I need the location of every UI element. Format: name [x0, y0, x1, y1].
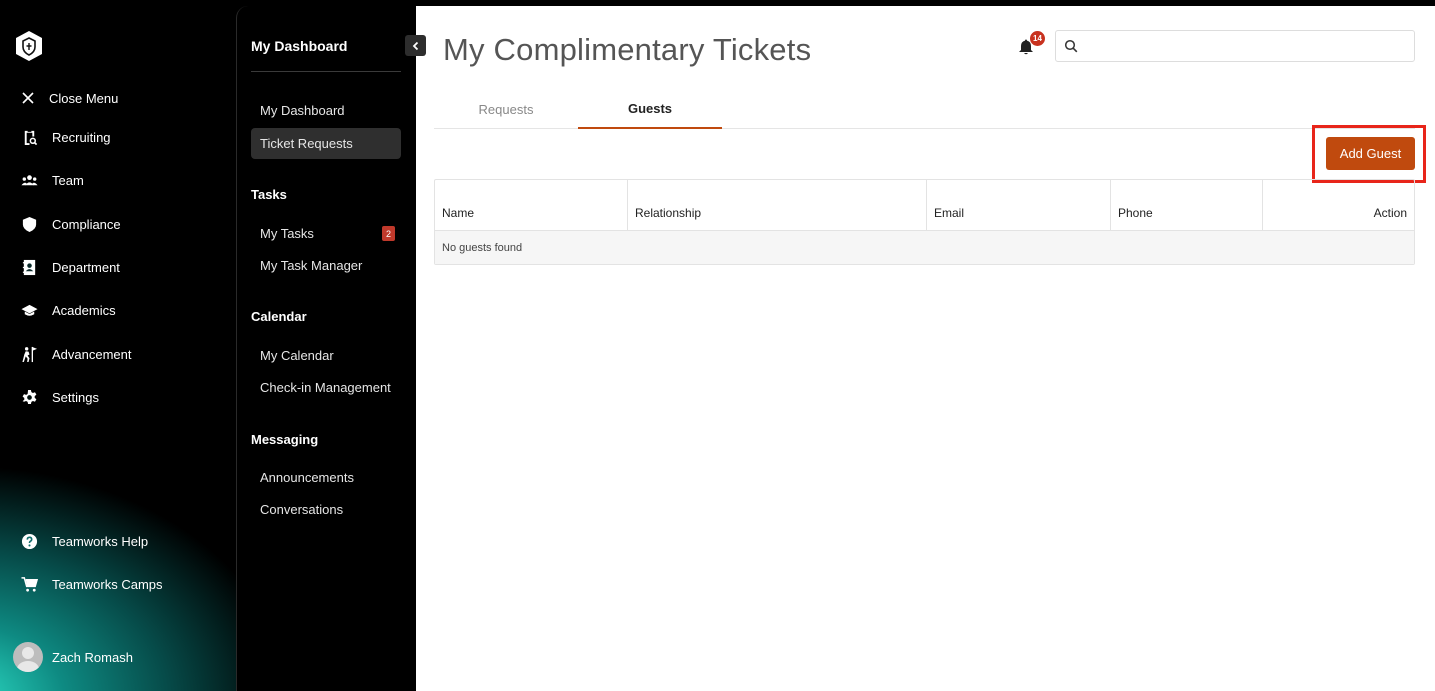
nav-item-label: Teamworks Camps	[52, 577, 163, 593]
sidebar-item-my-calendar[interactable]: My Calendar	[251, 340, 401, 371]
add-guest-button[interactable]: Add Guest	[1326, 137, 1415, 170]
clipboard-search-icon	[20, 129, 38, 147]
sidebar-item-conversations[interactable]: Conversations	[251, 494, 401, 525]
shield-icon	[20, 215, 38, 233]
nav-item-label: Recruiting	[52, 130, 111, 146]
search-icon	[1064, 39, 1078, 53]
nav-item-team[interactable]: Team	[20, 159, 220, 202]
nav-item-label: Academics	[52, 303, 116, 319]
main-content: My Complimentary Tickets 14 Requests Gue…	[416, 6, 1435, 691]
search-box[interactable]	[1055, 30, 1415, 62]
nav-item-advancement[interactable]: Advancement	[20, 332, 220, 375]
sidebar-item-label: Conversations	[260, 502, 344, 517]
close-menu-button[interactable]: Close Menu	[20, 90, 118, 106]
nav-item-label: Advancement	[52, 346, 132, 362]
calendar-group-label: Calendar	[251, 309, 307, 324]
empty-state-text: No guests found	[442, 241, 523, 254]
cart-icon	[20, 576, 38, 594]
sidebar-item-label: My Tasks	[260, 226, 314, 241]
table-header: Name Relationship Email Phone Action	[435, 180, 1414, 231]
messaging-group-label: Messaging	[251, 432, 319, 447]
sidebar-item-label: Check-in Management	[260, 380, 391, 395]
user-profile[interactable]: Zach Romash	[13, 642, 133, 672]
tasks-count-badge: 2	[382, 226, 395, 241]
column-header-email: Email	[927, 180, 1111, 230]
help-icon	[20, 533, 38, 551]
tabs: Requests Guests	[434, 90, 1415, 129]
nav-item-settings[interactable]: Settings	[20, 376, 220, 419]
nav-item-compliance[interactable]: Compliance	[20, 203, 220, 246]
nav-item-label: Team	[52, 173, 84, 189]
primary-nav: Recruiting Team Compliance Department Ac…	[20, 116, 220, 419]
sidebar-item-ticket-requests[interactable]: Ticket Requests	[251, 128, 401, 159]
user-name: Zach Romash	[52, 649, 133, 665]
collapse-sidebar-button[interactable]	[405, 35, 426, 56]
sidebar-item-label: My Task Manager	[260, 258, 363, 273]
help-nav: Teamworks Help Teamworks Camps	[20, 520, 163, 607]
sidebar-item-label: My Dashboard	[260, 103, 345, 118]
contact-card-icon	[20, 259, 38, 277]
gear-icon	[20, 388, 38, 406]
empty-state-row: No guests found	[435, 231, 1414, 264]
sidebar-item-my-dashboard[interactable]: My Dashboard	[251, 95, 401, 126]
close-icon	[22, 92, 34, 104]
search-input[interactable]	[1084, 32, 1414, 60]
climber-flag-icon	[20, 345, 38, 363]
sidebar-item-check-in-management[interactable]: Check-in Management	[251, 372, 401, 403]
notification-count-badge: 14	[1030, 31, 1045, 46]
nav-item-label: Teamworks Help	[52, 534, 149, 550]
column-header-phone: Phone	[1111, 180, 1263, 230]
tab-requests[interactable]: Requests	[434, 90, 578, 129]
nav-item-label: Department	[52, 260, 120, 276]
secondary-sidebar: My Dashboard My Dashboard Ticket Request…	[236, 6, 426, 691]
people-icon	[20, 172, 38, 190]
tasks-group-label: Tasks	[251, 187, 287, 202]
page-title: My Complimentary Tickets	[443, 32, 812, 67]
primary-sidebar: Close Menu Recruiting Team Compliance De…	[0, 0, 236, 691]
sidebar-item-label: Ticket Requests	[260, 136, 353, 151]
sidebar-item-announcements[interactable]: Announcements	[251, 462, 401, 493]
secondary-sidebar-title: My Dashboard	[251, 38, 348, 54]
nav-item-academics[interactable]: Academics	[20, 289, 220, 332]
nav-item-label: Compliance	[52, 216, 121, 232]
nav-item-label: Settings	[52, 389, 99, 405]
notifications-button[interactable]: 14	[1017, 31, 1045, 58]
sidebar-item-label: My Calendar	[260, 348, 334, 363]
teamworks-logo-icon[interactable]	[14, 30, 44, 62]
graduation-cap-icon	[20, 302, 38, 320]
sidebar-item-my-tasks[interactable]: My Tasks 2	[251, 218, 401, 249]
sidebar-item-label: Announcements	[260, 470, 354, 485]
divider	[251, 71, 401, 72]
nav-item-teamworks-help[interactable]: Teamworks Help	[20, 520, 163, 563]
nav-item-department[interactable]: Department	[20, 246, 220, 289]
avatar	[13, 642, 43, 672]
close-menu-label: Close Menu	[49, 90, 119, 106]
column-header-name: Name	[435, 180, 628, 230]
column-header-relationship: Relationship	[628, 180, 927, 230]
guests-table: Name Relationship Email Phone Action No …	[434, 179, 1415, 265]
chevron-left-icon	[412, 41, 418, 50]
column-header-action: Action	[1373, 206, 1407, 220]
nav-item-teamworks-camps[interactable]: Teamworks Camps	[20, 563, 163, 606]
tab-guests[interactable]: Guests	[578, 90, 722, 129]
nav-item-recruiting[interactable]: Recruiting	[20, 116, 220, 159]
sidebar-item-my-task-manager[interactable]: My Task Manager	[251, 250, 401, 281]
